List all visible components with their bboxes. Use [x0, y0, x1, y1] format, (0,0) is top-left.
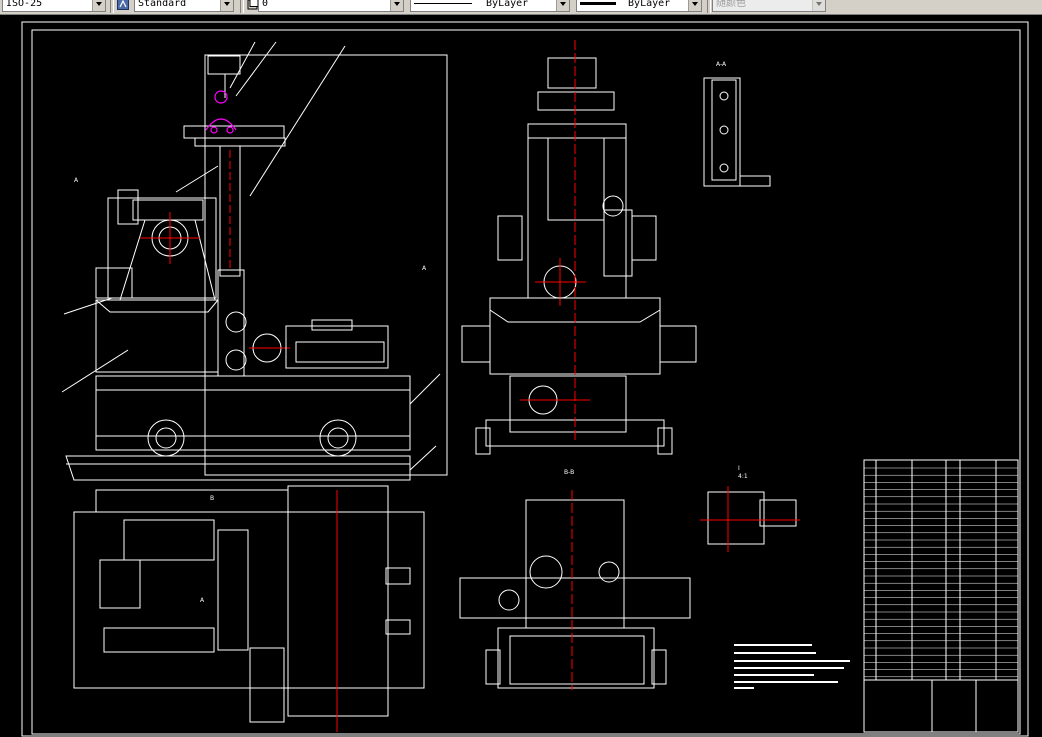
- lineweight-combo[interactable]: ByLayer: [576, 0, 702, 12]
- section-label: A: [74, 177, 79, 184]
- textstyle-value: Standard: [138, 0, 187, 9]
- sheet-outer-border: [21, 21, 1029, 737]
- layer-combo[interactable]: 0: [258, 0, 404, 12]
- section-label: A: [200, 597, 205, 604]
- plotstyle-value: 随颜色: [716, 0, 746, 9]
- section-label: A: [422, 265, 427, 272]
- drawing-canvas[interactable]: A B A A B-B A-A I 4:1: [0, 15, 1042, 737]
- section-label: A-A: [716, 61, 727, 68]
- plotstyle-combo: 随颜色: [712, 0, 826, 12]
- chevron-down-icon[interactable]: [220, 0, 233, 11]
- dimstyle-combo[interactable]: ISO-25: [2, 0, 106, 12]
- properties-toolbar: ISO-25 Standard 0 ByLayer ByLayer 随颜色: [0, 0, 1042, 15]
- dimstyle-value: ISO-25: [6, 0, 43, 9]
- highlighted-selection: [205, 90, 237, 134]
- toolbar-separator: [240, 0, 244, 13]
- bracket-view: [703, 77, 771, 187]
- side-view: [461, 40, 697, 455]
- textstyle-combo[interactable]: Standard: [134, 0, 234, 12]
- section-view: [459, 490, 691, 690]
- section-label: I: [738, 465, 740, 472]
- front-view: [61, 41, 448, 481]
- chevron-down-icon[interactable]: [390, 0, 403, 11]
- toolbar-separator: [707, 0, 711, 13]
- chevron-down-icon[interactable]: [92, 0, 105, 11]
- technical-notes: [734, 644, 850, 689]
- chevron-down-icon[interactable]: [556, 0, 569, 11]
- linetype-swatch-icon: [414, 2, 472, 4]
- section-label: B: [210, 495, 214, 502]
- chevron-down-icon[interactable]: [688, 0, 701, 11]
- section-label: B-B: [564, 469, 574, 476]
- linetype-value: ByLayer: [486, 0, 529, 9]
- detail-view: [700, 486, 800, 552]
- textstyle-icon[interactable]: [117, 0, 129, 10]
- section-label: 4:1: [738, 473, 748, 480]
- linetype-combo[interactable]: ByLayer: [410, 0, 570, 12]
- lineweight-swatch-icon: [580, 1, 616, 5]
- layer-value: 0: [262, 0, 269, 9]
- toolbar-separator: [110, 0, 114, 13]
- plan-view: [73, 485, 425, 732]
- chevron-down-icon: [812, 0, 825, 11]
- lineweight-value: ByLayer: [628, 0, 671, 9]
- title-block: [863, 459, 1019, 733]
- parts-list-rows: [864, 467, 1018, 678]
